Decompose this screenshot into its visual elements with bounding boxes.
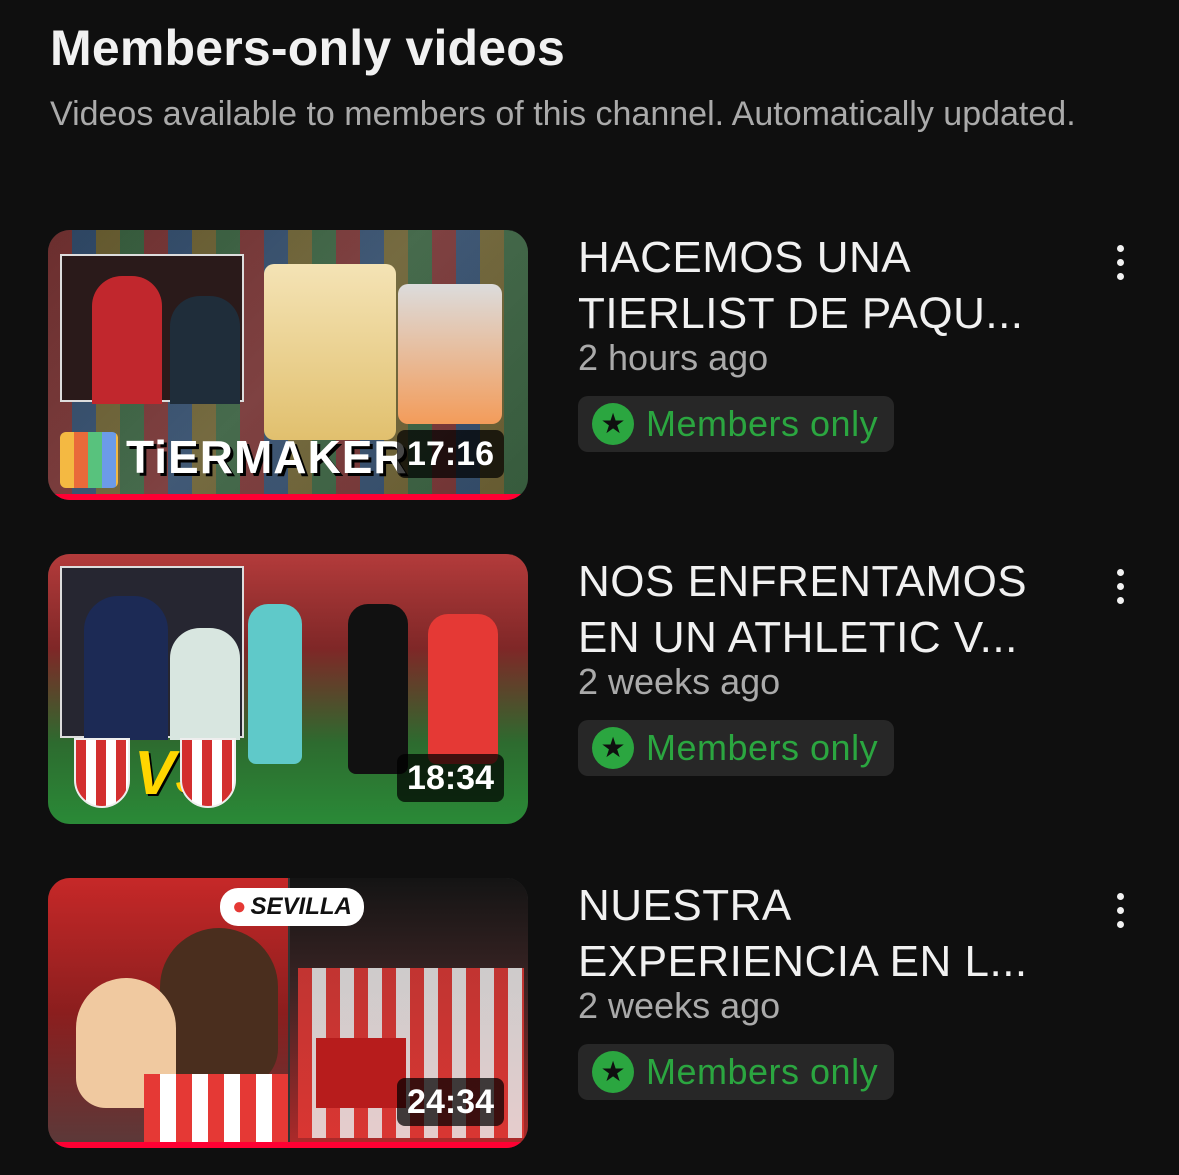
location-tag: ● SEVILLA (220, 888, 364, 926)
section-header: Members-only videos Videos available to … (50, 20, 1110, 138)
members-only-badge: ★ Members only (578, 1044, 895, 1100)
video-title[interactable]: HACEMOS UNA TIERLIST DE PAQU... (578, 230, 1048, 342)
thumbnail-text: TiERMAKER (126, 431, 408, 483)
video-item[interactable]: VS 18:34 NOS ENFRENTAMOS EN UN ATHLETIC … (48, 554, 1148, 824)
video-thumbnail[interactable]: VS 18:34 (48, 554, 528, 824)
video-thumbnail[interactable]: ● SEVILLA 24:34 (48, 878, 528, 1148)
location-pin-icon: ● (232, 893, 247, 920)
page-subtitle: Videos available to members of this chan… (50, 95, 1076, 133)
members-only-badge: ★ Members only (578, 396, 895, 452)
star-icon: ★ (592, 1051, 634, 1093)
more-vert-icon[interactable] (1100, 884, 1140, 936)
video-info[interactable]: NOS ENFRENTAMOS EN UN ATHLETIC V... 2 we… (578, 554, 1048, 776)
badge-label: Members only (646, 1051, 879, 1092)
more-vert-icon[interactable] (1100, 560, 1140, 612)
video-item[interactable]: TiERMAKER 17:16 HACEMOS UNA TIERLIST DE … (48, 230, 1148, 500)
club-crest-icon (180, 738, 236, 808)
video-title[interactable]: NUESTRA EXPERIENCIA EN L... (578, 878, 1048, 990)
video-age: 2 weeks ago (578, 661, 781, 702)
star-icon: ★ (592, 403, 634, 445)
members-only-badge: ★ Members only (578, 720, 895, 776)
video-duration: 18:34 (397, 754, 504, 802)
video-item[interactable]: ● SEVILLA 24:34 NUESTRA EXPERIENCIA EN L.… (48, 878, 1148, 1148)
video-info[interactable]: NUESTRA EXPERIENCIA EN L... 2 weeks ago … (578, 878, 1048, 1100)
club-crest-icon (74, 738, 130, 808)
page-title: Members-only videos (50, 20, 566, 76)
badge-label: Members only (646, 403, 879, 444)
video-duration: 17:16 (397, 430, 504, 478)
badge-label: Members only (646, 727, 879, 768)
video-age: 2 weeks ago (578, 985, 781, 1026)
tiermaker-logo-icon (60, 432, 118, 488)
video-age: 2 hours ago (578, 337, 769, 378)
video-title[interactable]: NOS ENFRENTAMOS EN UN ATHLETIC V... (578, 554, 1048, 666)
more-vert-icon[interactable] (1100, 236, 1140, 288)
watch-progress-bar (48, 1142, 528, 1148)
watch-progress-bar (48, 494, 528, 500)
video-info[interactable]: HACEMOS UNA TIERLIST DE PAQU... 2 hours … (578, 230, 1048, 452)
star-icon: ★ (592, 727, 634, 769)
video-thumbnail[interactable]: TiERMAKER 17:16 (48, 230, 528, 500)
video-duration: 24:34 (397, 1078, 504, 1126)
